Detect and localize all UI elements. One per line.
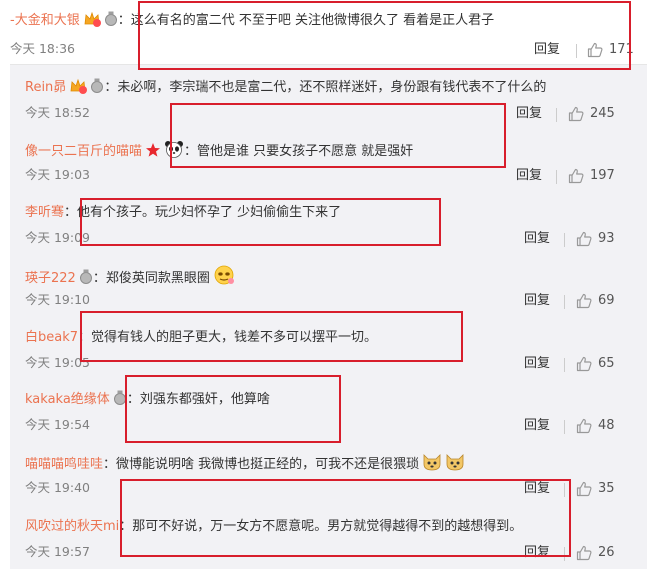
reply-username[interactable]: 风吹过的秋天mi	[25, 519, 119, 534]
reply-time: 今天 19:57	[25, 544, 90, 559]
reply-button[interactable]: 回复	[516, 105, 542, 123]
reply-button[interactable]: 回复	[524, 292, 550, 310]
reply-button[interactable]: 回复	[524, 355, 550, 373]
thumbs-up-icon	[576, 231, 592, 247]
like-button[interactable]: 65	[576, 355, 615, 373]
like-button[interactable]: 48	[576, 417, 615, 435]
highlight-box	[80, 198, 441, 246]
reply-username[interactable]: 李听骞	[25, 205, 64, 220]
list-item: 瑛子222 ：郑俊英同款黑眼圈 今天 19:10 回复 69	[0, 249, 647, 311]
like-count: 69	[598, 293, 615, 308]
reply-username[interactable]: 喵喵喵鸣哇哇	[25, 457, 103, 472]
thumbs-up-icon	[576, 545, 592, 561]
reply-username[interactable]: 白beak7	[25, 330, 78, 345]
like-count: 245	[590, 106, 615, 121]
reply-username[interactable]: 像一只二百斤的喵喵	[25, 144, 142, 159]
like-count: 48	[598, 418, 615, 433]
reply-button[interactable]: 回复	[524, 230, 550, 248]
thumbs-up-icon	[576, 418, 592, 434]
reply-time: 今天 19:03	[25, 167, 90, 182]
like-count: 93	[598, 231, 615, 246]
thumbs-up-icon	[576, 356, 592, 372]
highlight-box	[125, 375, 341, 443]
thumbs-up-icon	[568, 106, 584, 122]
reply-time: 今天 18:52	[25, 105, 90, 120]
reply-time: 今天 19:10	[25, 292, 90, 307]
like-count: 197	[590, 168, 615, 183]
doge-emoji-icon	[445, 453, 465, 478]
like-button[interactable]: 69	[576, 292, 615, 310]
face-emoji-icon	[213, 265, 235, 292]
thumbs-up-icon	[576, 293, 592, 309]
medal-icon	[104, 11, 118, 34]
like-count: 35	[598, 481, 615, 496]
reply-username[interactable]: kakaka绝缘体	[25, 392, 110, 407]
like-button[interactable]: 35	[576, 480, 615, 498]
reply-time: 今天 19:54	[25, 417, 90, 432]
medal-icon	[90, 78, 104, 101]
reply-text: 未必啊，李宗瑞不也是富二代，还不照样迷奸，身份跟有钱代表不了什么的	[117, 80, 547, 95]
like-button[interactable]: 93	[576, 230, 615, 248]
highlight-box	[120, 479, 571, 557]
thumbs-up-icon	[568, 168, 584, 184]
reply-username[interactable]: 瑛子222	[25, 271, 76, 286]
main-comment-username[interactable]: -大金和大银	[10, 13, 80, 28]
reply-button[interactable]: 回复	[524, 417, 550, 435]
like-button[interactable]: 26	[576, 544, 615, 562]
vip-crown-icon	[83, 11, 101, 34]
reply-text: 郑俊英同款黑眼圈	[105, 271, 210, 286]
reply-time: 今天 19:40	[25, 480, 90, 495]
star-icon	[145, 142, 161, 165]
vip-crown-icon	[69, 78, 88, 101]
like-button[interactable]: 197	[568, 167, 615, 185]
highlight-box	[80, 311, 463, 362]
like-count: 26	[598, 545, 615, 560]
reply-text: 微博能说明啥 我微博也挺正经的，可我不还是很猥琐	[116, 457, 420, 472]
reply-button[interactable]: 回复	[516, 167, 542, 185]
main-comment-time: 今天 18:36	[10, 41, 75, 56]
like-button[interactable]: 245	[568, 105, 615, 123]
like-count: 65	[598, 356, 615, 371]
thumbs-up-icon	[576, 481, 592, 497]
reply-username[interactable]: Rein昴	[25, 80, 66, 95]
doge-emoji-icon	[422, 453, 442, 478]
medal-icon	[79, 269, 93, 292]
highlight-box	[170, 103, 506, 168]
highlight-box	[138, 1, 631, 70]
